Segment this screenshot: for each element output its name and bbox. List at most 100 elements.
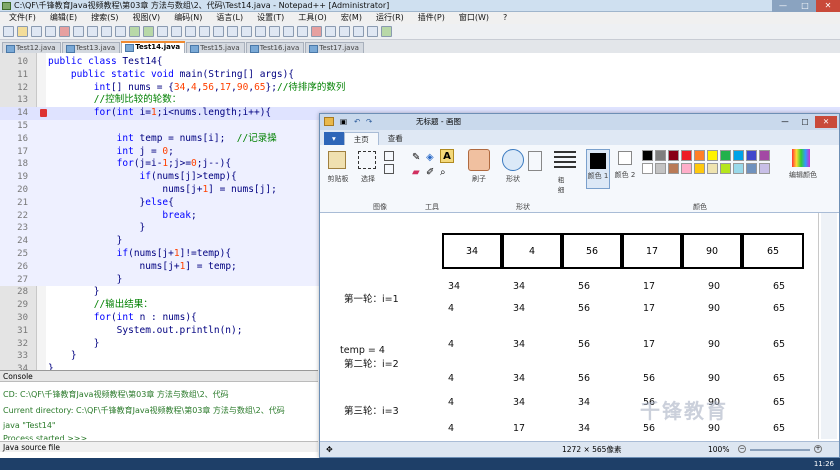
menu-item[interactable]: 设置(T) [250, 12, 291, 24]
menu-item[interactable]: 宏(M) [334, 12, 369, 24]
wrap-icon[interactable] [227, 26, 238, 37]
menu-item[interactable]: 插件(P) [411, 12, 452, 24]
minimize-button[interactable]: — [772, 0, 794, 12]
doc-map-icon[interactable] [283, 26, 294, 37]
color1-button[interactable]: 颜色 1 [586, 149, 610, 189]
text-icon[interactable]: A [440, 149, 454, 163]
new-file-icon[interactable] [3, 26, 14, 37]
code-line[interactable]: 12 int[] nums = {34,4,56,17,90,65};//待排序… [0, 82, 840, 95]
file-tab[interactable]: Test15.java [186, 42, 245, 53]
sync-scroll-icon[interactable] [213, 26, 224, 37]
indent-guide-icon[interactable] [255, 26, 266, 37]
stop-macro-icon[interactable] [325, 26, 336, 37]
color-swatch[interactable] [759, 150, 770, 161]
paint-maximize-button[interactable]: □ [795, 114, 815, 130]
color-swatch[interactable] [720, 163, 731, 174]
undo-icon[interactable]: ↶ [354, 114, 360, 130]
resize-icon[interactable] [384, 164, 394, 174]
save-icon[interactable] [31, 26, 42, 37]
save-all-icon[interactable] [45, 26, 56, 37]
menu-item[interactable]: 窗口(W) [452, 12, 496, 24]
color-swatch[interactable] [733, 150, 744, 161]
menu-item[interactable]: 语言(L) [209, 12, 250, 24]
menu-item[interactable]: 运行(R) [369, 12, 411, 24]
color-swatch[interactable] [746, 150, 757, 161]
paint-minimize-button[interactable]: — [775, 114, 795, 130]
tab-view[interactable]: 查看 [379, 132, 412, 145]
fill-icon[interactable]: ◈ [426, 152, 434, 163]
close-button[interactable]: ✕ [816, 0, 840, 12]
find-icon[interactable] [157, 26, 168, 37]
color-swatch[interactable] [681, 150, 692, 161]
zoom-in-button[interactable]: + [814, 445, 822, 453]
code-line[interactable]: 10 public class Test14{ [0, 56, 840, 69]
file-tab[interactable]: Test12.java [2, 42, 61, 53]
brush-icon[interactable] [468, 149, 490, 171]
run-macro-icon[interactable] [353, 26, 364, 37]
tab-home[interactable]: 主页 [343, 132, 379, 145]
zoom-out-icon[interactable] [199, 26, 210, 37]
show-all-icon[interactable] [241, 26, 252, 37]
run-icon[interactable] [381, 26, 392, 37]
color-swatch[interactable] [668, 163, 679, 174]
color-swatch[interactable] [707, 163, 718, 174]
menu-item[interactable]: 文件(F) [2, 12, 43, 24]
file-tab[interactable]: Test17.java [305, 42, 364, 53]
file-tab[interactable]: Test14.java [121, 41, 186, 53]
close-file-icon[interactable] [59, 26, 70, 37]
menu-item[interactable]: 编码(N) [167, 12, 209, 24]
line-width-icon[interactable] [554, 151, 576, 171]
save-icon[interactable]: ▣ [340, 114, 347, 130]
color-swatch[interactable] [746, 163, 757, 174]
color2-label[interactable]: 颜色 2 [613, 170, 637, 180]
play-macro-icon[interactable] [339, 26, 350, 37]
shapes-icon[interactable] [502, 149, 524, 171]
print-icon[interactable] [73, 26, 84, 37]
menu-item[interactable]: ? [496, 12, 514, 24]
vertical-scrollbar[interactable] [821, 213, 837, 439]
file-tab[interactable]: Test16.java [245, 42, 305, 53]
color2-swatch[interactable] [618, 151, 632, 165]
crop-icon[interactable] [384, 151, 394, 161]
color-swatch[interactable] [694, 163, 705, 174]
zoom-out-button[interactable]: − [738, 445, 746, 453]
color-swatch[interactable] [733, 163, 744, 174]
save-macro-icon[interactable] [367, 26, 378, 37]
color-swatch[interactable] [668, 150, 679, 161]
pencil-icon[interactable]: ✎ [412, 152, 420, 163]
color-swatch[interactable] [655, 163, 666, 174]
select-label[interactable]: 选择 [356, 174, 380, 184]
menu-item[interactable]: 视图(V) [125, 12, 167, 24]
color-swatch[interactable] [694, 150, 705, 161]
menu-item[interactable]: 搜索(S) [84, 12, 125, 24]
function-list-icon[interactable] [297, 26, 308, 37]
color-swatch[interactable] [759, 163, 770, 174]
copy-icon[interactable] [101, 26, 112, 37]
edit-colors-icon[interactable] [792, 149, 810, 167]
paint-close-button[interactable]: ✕ [815, 116, 837, 128]
color-swatch[interactable] [642, 150, 653, 161]
file-tab[interactable]: Test13.java [61, 42, 121, 53]
outline-fill-icon[interactable] [528, 151, 542, 171]
paste-icon[interactable] [115, 26, 126, 37]
replace-icon[interactable] [171, 26, 182, 37]
brush-label[interactable]: 刷子 [464, 174, 494, 184]
magnifier-icon[interactable]: ⌕ [440, 167, 446, 178]
redo-icon[interactable] [143, 26, 154, 37]
eraser-icon[interactable]: ▰ [412, 167, 420, 178]
code-line[interactable]: 13 //控制比较的轮数： [0, 94, 840, 107]
paste-icon[interactable] [328, 151, 346, 169]
color-picker-icon[interactable]: ✐ [426, 167, 434, 178]
cut-icon[interactable] [87, 26, 98, 37]
color-swatch[interactable] [707, 150, 718, 161]
code-line[interactable]: 11 public static void main(String[] args… [0, 69, 840, 82]
color-swatch[interactable] [655, 150, 666, 161]
zoom-slider[interactable] [750, 449, 810, 451]
file-menu-button[interactable]: ▾ [324, 132, 344, 145]
menu-item[interactable]: 编辑(E) [43, 12, 84, 24]
edit-colors-label[interactable]: 编辑颜色 [786, 170, 820, 180]
lang-icon[interactable] [269, 26, 280, 37]
shapes-label[interactable]: 形状 [498, 174, 528, 184]
paint-canvas[interactable]: temp = 4 34 4 56 17 90 65 34 34 56 17 90 65 4 34 56 17… [320, 213, 839, 439]
color-swatch[interactable] [681, 163, 692, 174]
